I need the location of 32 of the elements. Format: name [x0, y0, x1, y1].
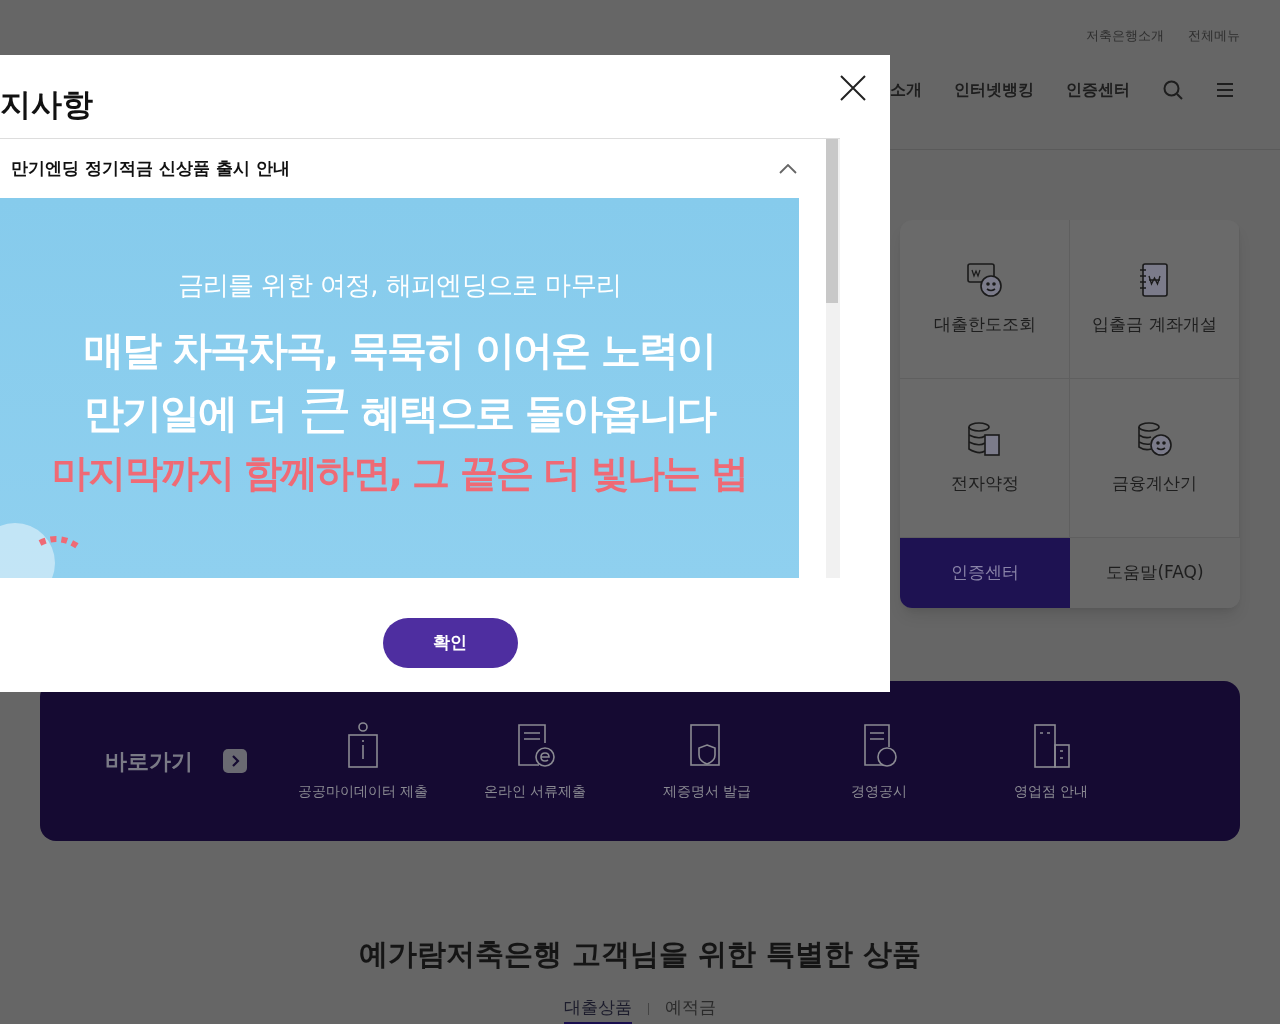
arrow-right-icon[interactable]	[223, 749, 247, 773]
shortcut-title: 바로가기	[105, 747, 193, 776]
quick-menu-link[interactable]: 금융계산기	[1112, 471, 1197, 497]
quick-menu-button[interactable]: 도움말(FAQ)	[1070, 538, 1240, 608]
quick-menu-link[interactable]: 전자약정	[950, 471, 1019, 497]
product-tab[interactable]: 예적금	[665, 994, 716, 1024]
utility-link[interactable]: 저축은행소개	[1086, 26, 1164, 60]
scrollbar[interactable]	[826, 139, 840, 578]
banner-subtitle: 금리를 위한 여정, 해피엔딩으로 마무리	[177, 269, 622, 302]
banner-headline: 매달 차곡차곡, 묵묵히 이어온 노력이	[84, 326, 715, 375]
quick-menu-link[interactable]: 입출금 계좌개설	[1092, 312, 1217, 338]
banner-headline: 만기일에 더 큰 혜택으로 돌아옵니다	[83, 376, 716, 442]
close-icon[interactable]	[840, 75, 866, 101]
shortcut-link[interactable]: 온라인 서류제출	[483, 780, 587, 802]
quick-menu-link[interactable]: 대출한도조회	[933, 312, 1036, 338]
section-title: 예가람저축은행 고객님을 위한 특별한 상품	[358, 936, 922, 973]
utility-link[interactable]: 전체메뉴	[1188, 26, 1240, 60]
shortcut-link[interactable]: 공공마이데이터 제출	[297, 780, 429, 802]
menu-icon[interactable]	[1216, 82, 1234, 98]
shortcut-link[interactable]: 경영공시	[851, 780, 907, 802]
product-tab[interactable]: 대출상품	[564, 994, 632, 1024]
shortcut-link[interactable]: 제증명서 발급	[662, 780, 752, 802]
banner-tagline: 마지막까지 함께하면, 그 끝은 더 빛나는 법	[52, 449, 747, 497]
nav-link[interactable]: 인증센터	[1066, 78, 1130, 102]
modal-title: 지사항	[0, 85, 93, 124]
shortcut-link[interactable]: 영업점 안내	[1013, 780, 1089, 802]
nav-link[interactable]: 소개	[890, 78, 922, 102]
notice-accordion-header[interactable]: 만기엔딩 정기적금 신상품 출시 안내	[0, 139, 799, 198]
quick-menu-button[interactable]: 인증센터	[900, 538, 1070, 608]
confirm-button[interactable]: 확인	[382, 618, 518, 668]
nav-link[interactable]: 인터넷뱅킹	[954, 78, 1034, 102]
search-icon[interactable]	[1162, 79, 1184, 101]
